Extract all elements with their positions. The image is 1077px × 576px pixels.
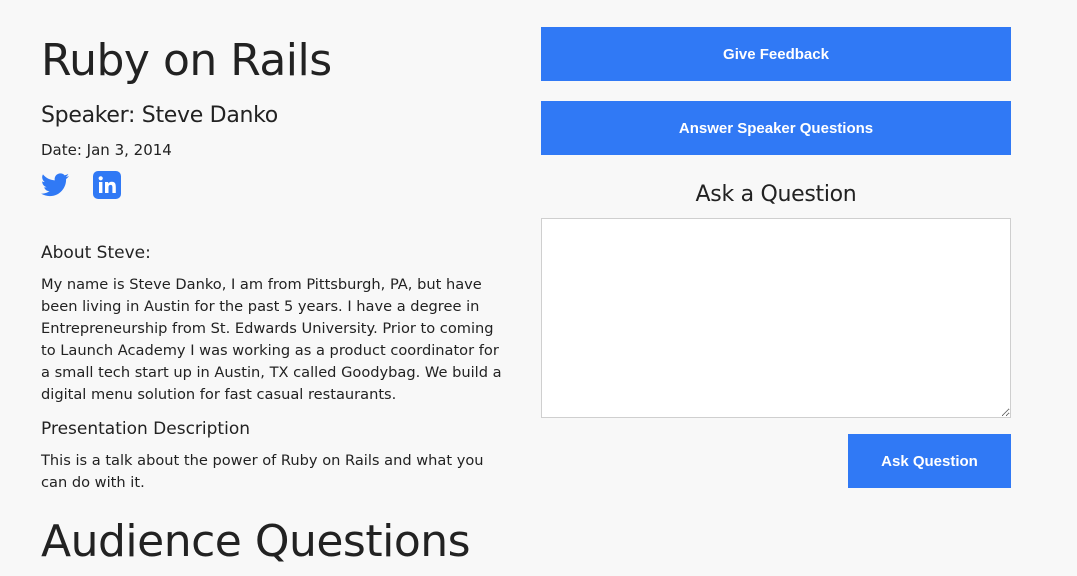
answer-speaker-questions-button[interactable]: Answer Speaker Questions	[541, 101, 1011, 155]
linkedin-icon[interactable]	[93, 171, 121, 199]
talk-date: Date: Jan 3, 2014	[41, 141, 172, 159]
ask-question-heading: Ask a Question	[695, 182, 857, 207]
question-input[interactable]	[541, 218, 1011, 418]
audience-questions-heading: Audience Questions	[41, 516, 471, 567]
social-links	[41, 171, 141, 199]
about-text: My name is Steve Danko, I am from Pittsb…	[41, 276, 502, 403]
speaker-name: Speaker: Steve Danko	[41, 103, 278, 128]
twitter-icon[interactable]	[41, 173, 69, 197]
presentation-text: This is a talk about the power of Ruby o…	[41, 452, 484, 491]
linkedin-glyph	[98, 176, 116, 193]
page-title: Ruby on Rails	[41, 35, 332, 86]
presentation-heading: Presentation Description	[41, 419, 250, 439]
ask-question-button[interactable]: Ask Question	[848, 434, 1011, 488]
about-heading: About Steve:	[41, 243, 151, 263]
give-feedback-button[interactable]: Give Feedback	[541, 27, 1011, 81]
